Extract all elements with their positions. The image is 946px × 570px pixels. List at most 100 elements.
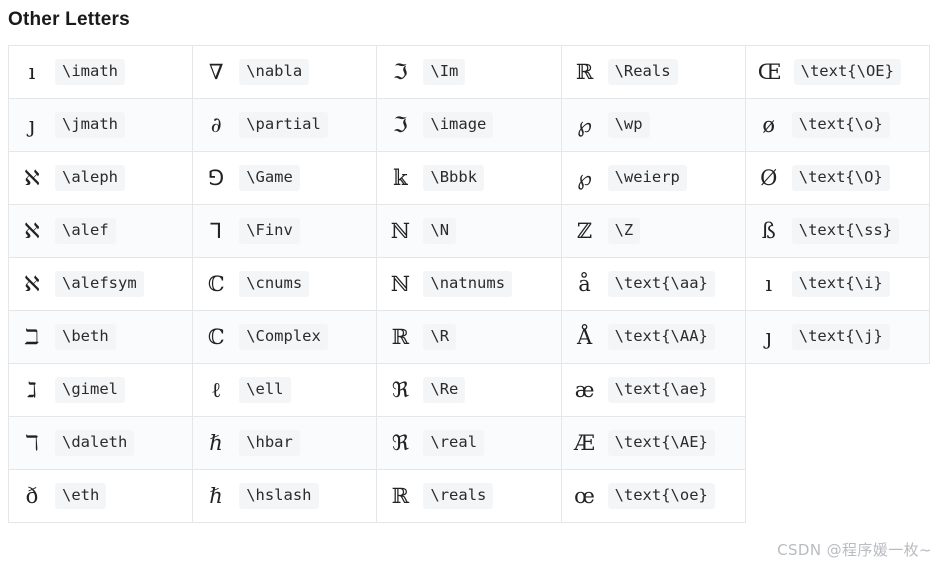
symbol-command: \text{\AA}: [607, 324, 715, 350]
symbol-cell[interactable]: 𝕜 \Bbbk: [376, 151, 562, 205]
symbol-command: \partial: [239, 112, 328, 138]
symbol-command: \Game: [239, 165, 300, 191]
symbol-command: \cnums: [239, 271, 310, 297]
symbol-cell[interactable]: ℜ \real: [376, 416, 562, 470]
symbol-glyph: Ø: [760, 165, 778, 190]
symbol-cell[interactable]: ℂ \cnums: [192, 257, 378, 311]
symbol-cell[interactable]: ℕ \N: [376, 204, 562, 258]
symbol-cell[interactable]: ℵ \alefsym: [7, 257, 194, 311]
symbol-cell[interactable]: ℷ \gimel: [7, 363, 194, 417]
symbol-glyph: ℸ: [25, 430, 39, 455]
symbol-command: \reals: [423, 483, 494, 509]
symbol-cell[interactable]: ℝ \R: [376, 310, 562, 364]
symbol-cell[interactable]: ℂ \Complex: [192, 310, 378, 364]
symbol-glyph: ȷ: [765, 324, 772, 349]
symbol-glyph: ℷ: [27, 377, 37, 402]
symbol-command: \text{\AE}: [607, 430, 715, 456]
symbol-glyph: Å: [576, 324, 593, 349]
symbol-glyph: ß: [761, 218, 776, 243]
symbol-glyph: ℝ: [391, 324, 410, 349]
symbol-glyph: ⅁: [208, 165, 225, 190]
symbol-command: \real: [423, 430, 485, 456]
symbol-glyph: ℂ: [207, 324, 225, 349]
symbol-cell[interactable]: ø \text{\o}: [744, 98, 931, 152]
symbol-cell[interactable]: ℝ \reals: [376, 469, 562, 523]
table-row: ȷ \jmath ∂ \partial ℑ \image ℘ \wp ø \text{\o…: [7, 98, 931, 152]
symbol-cell[interactable]: ℏ \hslash: [192, 469, 378, 523]
symbol-glyph: ø: [762, 112, 776, 137]
symbol-command: \R: [423, 324, 457, 350]
symbol-cell[interactable]: ℜ \Re: [376, 363, 562, 417]
symbol-cell[interactable]: Æ \text{\AE}: [560, 416, 746, 470]
symbol-command: \text{\i}: [791, 271, 890, 297]
symbol-cell[interactable]: ∇ \nabla: [192, 45, 378, 99]
symbol-glyph: ℝ: [575, 59, 594, 84]
symbol-cell[interactable]: å \text{\aa}: [560, 257, 746, 311]
symbol-cell[interactable]: ð \eth: [7, 469, 194, 523]
symbol-cell[interactable]: ℏ \hbar: [192, 416, 378, 470]
symbol-command: \daleth: [55, 430, 135, 456]
symbol-glyph: ∇: [208, 59, 224, 84]
symbol-glyph: œ: [574, 483, 595, 508]
symbol-glyph: ℝ: [391, 483, 410, 508]
table-row: ℷ \gimel ℓ \ell ℜ \Re æ \text{\ae}: [7, 363, 930, 417]
symbol-command: \imath: [55, 59, 125, 85]
symbol-command: \alefsym: [55, 271, 144, 297]
symbol-cell[interactable]: ȷ \text{\j}: [744, 310, 931, 364]
table-row: ℵ \aleph ⅁ \Game 𝕜 \Bbbk ℘ \weierp Ø \text{\O…: [7, 151, 931, 205]
symbol-cell[interactable]: ℤ \Z: [560, 204, 746, 258]
symbol-glyph: ℵ: [24, 218, 40, 243]
symbol-cell[interactable]: æ \text{\ae}: [560, 363, 746, 417]
symbol-cell[interactable]: ℑ \Im: [376, 45, 562, 99]
symbol-cell[interactable]: ℓ \ell: [192, 363, 378, 417]
symbol-cell[interactable]: ⅁ \Game: [192, 151, 378, 205]
symbol-glyph: 𝕜: [393, 165, 408, 190]
symbol-command: \eth: [55, 483, 107, 509]
symbol-glyph: ℕ: [390, 271, 410, 296]
symbol-table-body: ı \imath ∇ \nabla ℑ \Im ℝ \Reals Œ \text{\OE}…: [7, 45, 931, 523]
symbol-command: \Reals: [607, 59, 678, 85]
symbol-command: \natnums: [423, 271, 513, 297]
symbol-cell[interactable]: Ø \text{\O}: [744, 151, 931, 205]
symbol-glyph: ℓ: [211, 377, 222, 402]
table-row: ı \imath ∇ \nabla ℑ \Im ℝ \Reals Œ \text{\OE}: [7, 45, 931, 99]
symbol-cell[interactable]: ℕ \natnums: [376, 257, 562, 311]
symbol-cell[interactable]: Œ \text{\OE}: [744, 45, 931, 99]
symbol-command: \weierp: [607, 165, 687, 191]
empty-cell: [745, 469, 930, 523]
symbol-command: \N: [423, 218, 457, 244]
symbol-cell[interactable]: ı \text{\i}: [744, 257, 931, 311]
symbol-glyph: ℤ: [576, 218, 593, 243]
symbol-command: \text{\o}: [791, 112, 890, 138]
table-row: ð \eth ℏ \hslash ℝ \reals œ \text{\oe}: [7, 469, 930, 523]
symbol-cell[interactable]: ℝ \Reals: [560, 45, 746, 99]
symbol-cell[interactable]: ℵ \alef: [7, 204, 194, 258]
symbol-glyph: æ: [574, 377, 595, 402]
symbol-cell[interactable]: ℘ \weierp: [560, 151, 746, 205]
symbol-command: \hslash: [239, 483, 319, 509]
symbol-cell[interactable]: ℑ \image: [376, 98, 562, 152]
symbol-glyph: ℏ: [209, 483, 223, 508]
symbol-glyph: Æ: [574, 430, 596, 455]
empty-cell: [745, 363, 930, 417]
symbol-cell[interactable]: ℶ \beth: [7, 310, 194, 364]
symbol-command: \text{\ss}: [791, 218, 900, 244]
symbol-cell[interactable]: ℵ \aleph: [7, 151, 194, 205]
empty-cell: [745, 416, 930, 470]
symbol-cell[interactable]: ℸ \daleth: [7, 416, 194, 470]
symbol-cell[interactable]: ℘ \wp: [560, 98, 746, 152]
symbol-cell[interactable]: ß \text{\ss}: [744, 204, 931, 258]
symbol-command: \aleph: [55, 165, 125, 191]
symbol-cell[interactable]: ⅂ \Finv: [192, 204, 378, 258]
symbol-command: \Complex: [239, 324, 328, 350]
symbol-command: \Finv: [239, 218, 300, 244]
symbol-cell[interactable]: Å \text{\AA}: [560, 310, 746, 364]
symbol-command: \text{\OE}: [793, 59, 901, 85]
symbol-cell[interactable]: œ \text{\oe}: [560, 469, 746, 523]
symbol-glyph: ℕ: [390, 218, 410, 243]
table-row: ℸ \daleth ℏ \hbar ℜ \real Æ \text{\AE}: [7, 416, 930, 470]
symbol-cell[interactable]: ȷ \jmath: [7, 98, 194, 152]
table-row: ℵ \alefsym ℂ \cnums ℕ \natnums å \text{\aa} …: [7, 257, 931, 311]
symbol-cell[interactable]: ∂ \partial: [192, 98, 378, 152]
symbol-cell[interactable]: ı \imath: [7, 45, 194, 99]
